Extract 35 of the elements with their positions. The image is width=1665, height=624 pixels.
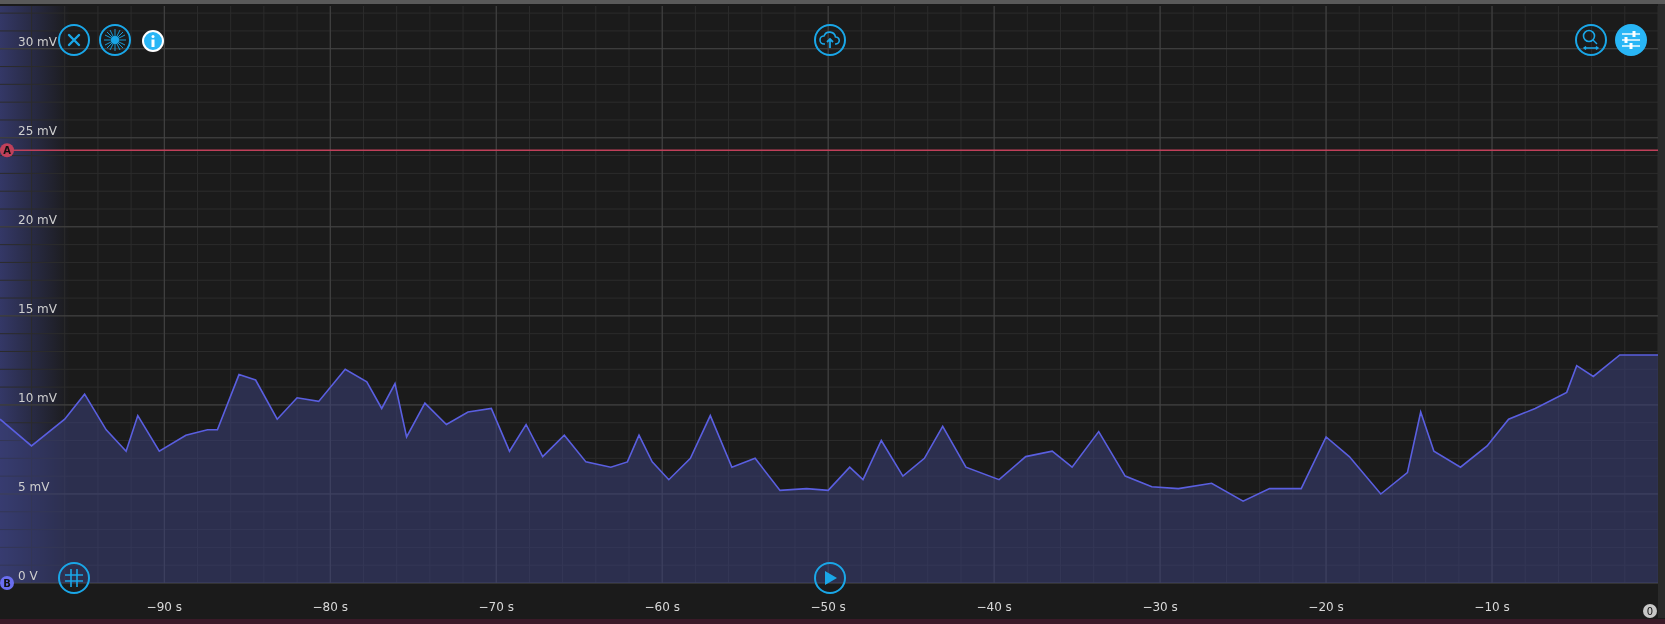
x-axis-label: −20 s [1308,600,1344,614]
grid-icon [64,568,84,588]
close-button[interactable] [58,24,90,56]
y-axis-label: 5 mV [18,479,50,494]
x-axis-label: −60 s [644,600,680,614]
x-axis-label: −30 s [1142,600,1178,614]
search-icon [1581,29,1601,51]
channel-marker[interactable]: A [0,143,14,158]
starburst-icon [103,28,127,52]
y-axis-label: 25 mV [18,123,57,138]
settings-button[interactable] [1615,24,1647,56]
grid-button[interactable] [58,562,90,594]
x-axis-label: −50 s [810,600,846,614]
play-button[interactable] [814,562,846,594]
zoom-button[interactable] [1575,24,1607,56]
x-axis-label: −40 s [976,600,1012,614]
y-axis-label: 15 mV [18,301,57,316]
x-axis-label: −70 s [478,600,514,614]
laser-button[interactable] [99,24,131,56]
x-axis-label: −90 s [146,600,182,614]
channel-marker[interactable]: B [0,576,14,590]
cloud-upload-icon [819,31,841,49]
info-button[interactable] [142,30,164,52]
y-axis-label: 20 mV [18,212,57,227]
time-marker[interactable]: 0 [1643,604,1657,618]
y-axis-label: 0 V [18,569,38,583]
y-axis-label: 10 mV [18,390,57,405]
close-icon [67,33,81,47]
x-axis-label: −10 s [1474,600,1510,614]
upload-button[interactable] [814,24,846,56]
x-axis-label: −80 s [312,600,348,614]
sliders-icon [1621,31,1641,49]
play-icon [822,570,838,586]
info-icon [150,35,156,47]
y-axis-label: 30 mV [18,34,57,49]
